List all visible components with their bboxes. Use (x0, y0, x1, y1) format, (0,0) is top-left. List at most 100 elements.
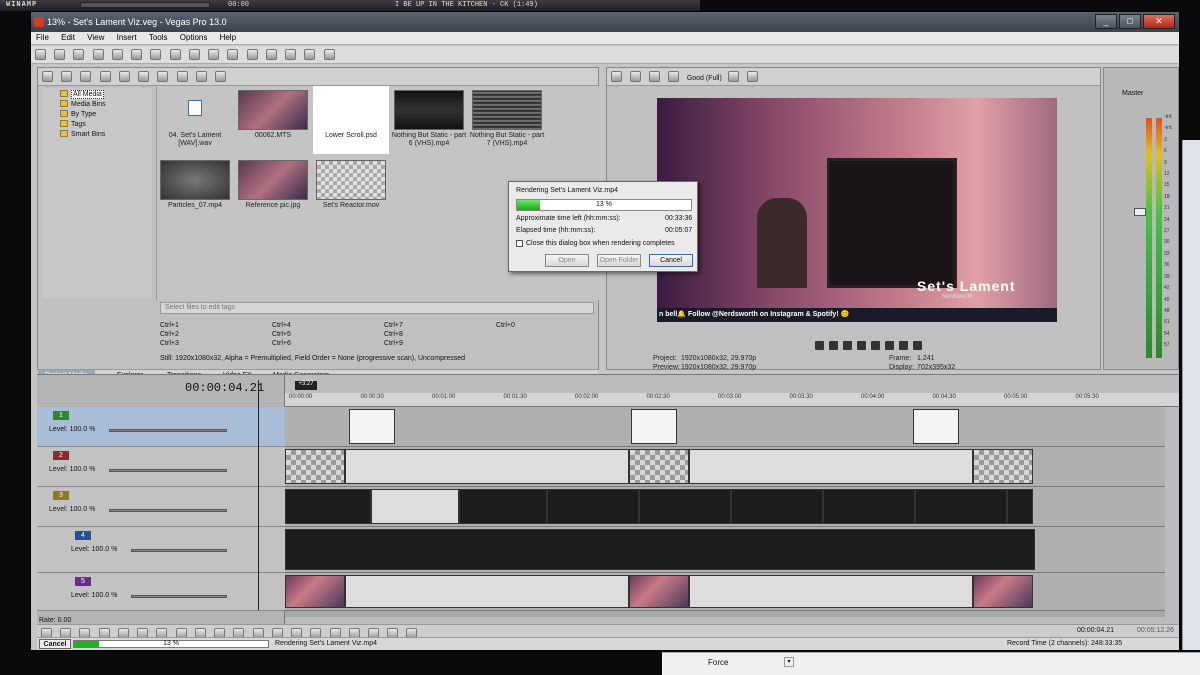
playback-rate[interactable]: Rate: 0.00 (39, 617, 71, 624)
save-as-icon[interactable] (92, 49, 104, 60)
tag-shortcut[interactable]: Ctrl+0 (496, 322, 515, 329)
tree-all-media[interactable]: All Media (60, 90, 104, 99)
track-lane[interactable] (285, 407, 1165, 447)
track-level-slider[interactable] (131, 595, 227, 598)
menu-tools[interactable]: Tools (144, 32, 173, 43)
preview-properties-icon[interactable] (611, 71, 622, 82)
cut-icon[interactable] (150, 49, 162, 60)
overlays-icon[interactable] (727, 71, 739, 82)
menu-view[interactable]: View (82, 32, 109, 43)
normal-edit-tool-icon[interactable] (304, 49, 316, 60)
track-header[interactable]: 4 Level: 100.0 % (37, 527, 285, 573)
media-properties-icon[interactable] (138, 71, 150, 82)
timeline-event[interactable] (285, 489, 371, 524)
envelope-tool-icon[interactable] (323, 49, 335, 60)
timeline-event[interactable] (689, 575, 973, 608)
go-to-start-button[interactable] (899, 341, 908, 350)
new-project-icon[interactable] (35, 49, 46, 60)
copy-snapshot-icon[interactable] (746, 71, 758, 82)
tag-shortcut[interactable]: Ctrl+6 (272, 340, 291, 347)
capture-video-icon[interactable] (61, 71, 73, 82)
undo-icon[interactable] (208, 49, 220, 60)
track-lanes[interactable] (285, 407, 1165, 617)
tag-shortcut[interactable]: Ctrl+5 (272, 331, 291, 338)
split-screen-icon[interactable] (648, 71, 660, 82)
timeline-event[interactable] (547, 489, 639, 524)
play-button[interactable] (857, 341, 866, 350)
tag-shortcut[interactable]: Ctrl+8 (384, 331, 403, 338)
timeline-cursor[interactable] (258, 380, 259, 610)
track-lane[interactable] (285, 447, 1165, 487)
close-when-done-checkbox[interactable] (516, 240, 523, 247)
timeline-event[interactable] (345, 449, 629, 484)
menu-edit[interactable]: Edit (56, 32, 80, 43)
chevron-down-icon[interactable]: ▾ (784, 657, 794, 667)
media-item[interactable]: Set's Reactor.mov (313, 160, 389, 210)
timeline-event[interactable] (285, 575, 345, 608)
track-level-slider[interactable] (109, 429, 227, 432)
close-button[interactable]: ✕ (1143, 14, 1175, 29)
track-lane[interactable] (285, 527, 1165, 573)
lock-envelopes-icon[interactable] (285, 49, 297, 60)
properties-icon[interactable] (131, 49, 143, 60)
timeline-event[interactable] (349, 409, 395, 444)
extract-audio-icon[interactable] (99, 71, 111, 82)
timeline-event[interactable] (285, 449, 345, 484)
track-lane[interactable] (285, 487, 1165, 527)
go-to-end-button[interactable] (913, 341, 922, 350)
marker-label[interactable]: +3:27 (295, 381, 317, 390)
menu-file[interactable]: File (31, 32, 54, 43)
stop-icon[interactable] (176, 71, 188, 82)
tag-shortcut[interactable]: Ctrl+3 (160, 340, 179, 347)
preview-quality-dropdown[interactable]: Good (Full) (687, 75, 722, 82)
timeline-event[interactable] (913, 409, 959, 444)
track-header[interactable]: 5 Level: 100.0 % (37, 573, 285, 611)
winamp-seek-bar[interactable] (80, 2, 210, 8)
enable-snapping-icon[interactable] (246, 49, 258, 60)
paste-icon[interactable] (188, 49, 200, 60)
media-item-selected[interactable]: Lower Scroll.psd (313, 86, 389, 154)
open-folder-button[interactable]: Open Folder (597, 254, 641, 267)
media-item[interactable]: Reference pic.jpg (235, 160, 311, 210)
timeline-event[interactable] (629, 449, 689, 484)
views-icon[interactable] (195, 71, 207, 82)
redo-icon[interactable] (227, 49, 239, 60)
timeline-event[interactable] (285, 529, 1035, 570)
tag-shortcut[interactable]: Ctrl+9 (384, 340, 403, 347)
media-item[interactable]: Nothing But Static - part 7 (VHS).mp4 (469, 90, 545, 148)
track-header[interactable]: 2 Level: 100.0 % (37, 447, 285, 487)
open-button[interactable]: Open (545, 254, 589, 267)
title-bar[interactable]: 13% - Set's Lament Viz.veg - Vegas Pro 1… (31, 12, 1179, 32)
time-ruler[interactable]: +3:27 00:00:00 00:00:30 00:01:00 00:01:30 00… (285, 381, 1179, 407)
search-icon[interactable] (215, 71, 227, 82)
master-fader[interactable] (1134, 208, 1146, 216)
play-icon[interactable] (157, 71, 169, 82)
import-media-icon[interactable] (42, 71, 53, 82)
tree-tags[interactable]: Tags (60, 120, 86, 128)
timeline-event[interactable] (639, 489, 731, 524)
media-item[interactable]: Particles_07.mp4 (157, 160, 233, 210)
render-cancel-button[interactable]: Cancel (649, 254, 693, 267)
media-item[interactable]: Nothing But Static - part 6 (VHS).mp4 (391, 90, 467, 148)
minimize-button[interactable]: _ (1095, 14, 1117, 29)
tag-input[interactable]: Select files to edit tags (160, 302, 594, 314)
tag-shortcut[interactable]: Ctrl+2 (160, 331, 179, 338)
track-level-slider[interactable] (109, 509, 227, 512)
get-media-web-icon[interactable] (80, 71, 92, 82)
cursor-timecode[interactable]: 00:00:04.21 (185, 381, 264, 395)
timeline-event[interactable] (459, 489, 547, 524)
timeline-event[interactable] (345, 575, 629, 608)
timeline-event[interactable] (629, 575, 689, 608)
menu-insert[interactable]: Insert (112, 32, 142, 43)
stop-button[interactable] (885, 341, 894, 350)
media-item[interactable]: 00062.MTS (235, 90, 311, 140)
pause-button[interactable] (871, 341, 880, 350)
loop-button[interactable] (829, 341, 838, 350)
record-button[interactable] (815, 341, 824, 350)
timeline-event[interactable] (973, 575, 1033, 608)
timeline-event[interactable] (631, 409, 677, 444)
track-level-slider[interactable] (131, 549, 227, 552)
remove-media-icon[interactable] (118, 71, 130, 82)
video-fx-icon[interactable] (667, 71, 679, 82)
external-monitor-icon[interactable] (629, 71, 641, 82)
